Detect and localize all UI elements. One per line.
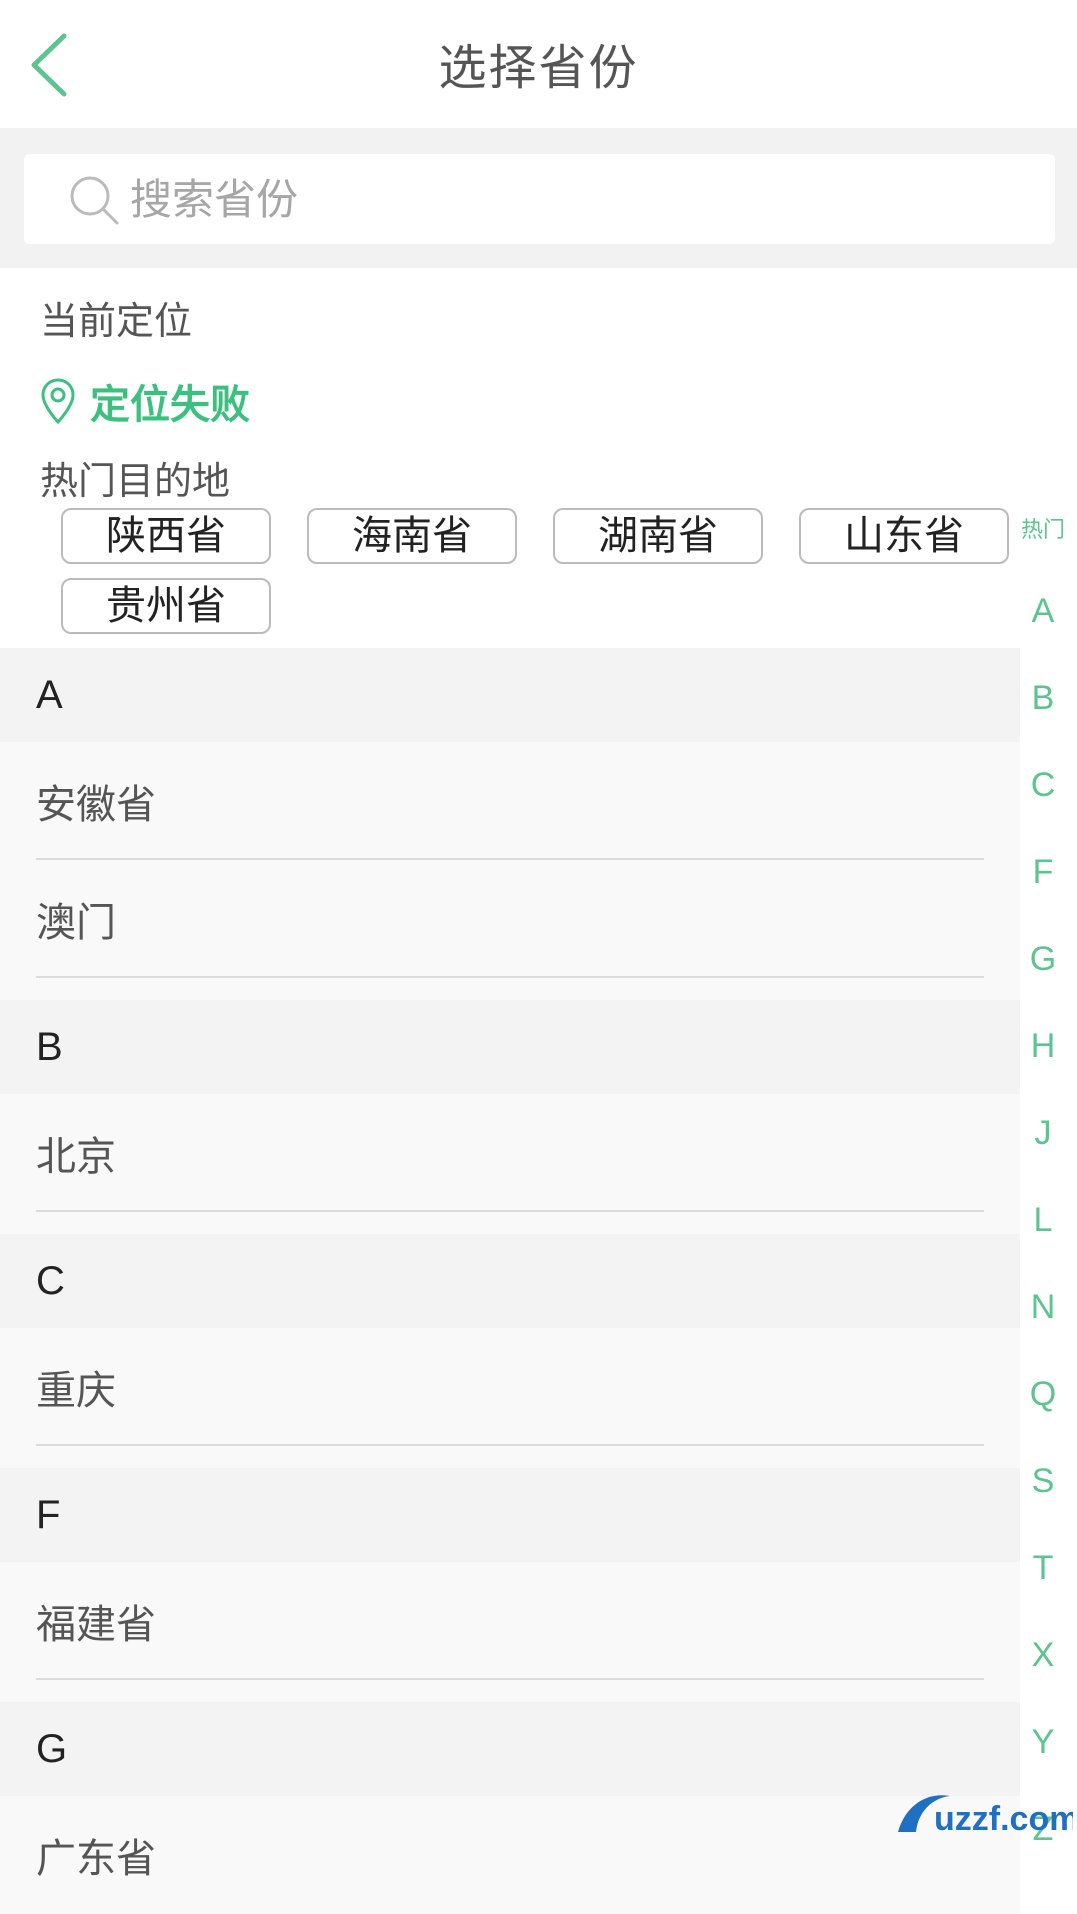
svg-text:uzzf.com: uzzf.com: [934, 1800, 1073, 1838]
index-n[interactable]: N: [1015, 1288, 1071, 1327]
list-item[interactable]: 安徽省: [0, 742, 1020, 860]
divider: [36, 976, 984, 978]
province-name: 北京: [36, 1134, 116, 1180]
index-a[interactable]: A: [1015, 592, 1071, 631]
location-status: 定位失败: [90, 381, 250, 428]
province-name: 安徽省: [36, 782, 156, 828]
search-icon: [70, 176, 119, 225]
index-y[interactable]: Y: [1015, 1723, 1071, 1762]
list-item[interactable]: 北京: [0, 1094, 1020, 1212]
index-h[interactable]: H: [1015, 1027, 1071, 1066]
search-bar-container: [0, 128, 1077, 268]
hot-chip[interactable]: 湖南省: [553, 508, 763, 564]
index-c[interactable]: C: [1015, 766, 1071, 805]
index-f[interactable]: F: [1015, 853, 1071, 892]
nav-header: 选择省份: [0, 0, 1077, 128]
divider: [36, 1444, 984, 1446]
list-item[interactable]: 重庆: [0, 1328, 1020, 1446]
index-s[interactable]: S: [1015, 1462, 1071, 1501]
province-name: 重庆: [36, 1368, 116, 1414]
group-header-c: C: [0, 1234, 1020, 1328]
list-item[interactable]: 澳门: [0, 860, 1020, 978]
hot-chip[interactable]: 山东省: [799, 508, 1009, 564]
location-pin-icon: [41, 378, 75, 425]
group-header-b: B: [0, 1000, 1020, 1094]
index-x[interactable]: X: [1015, 1636, 1071, 1675]
index-j[interactable]: J: [1015, 1114, 1071, 1153]
group-header-a: A: [0, 648, 1020, 742]
province-name: 福建省: [36, 1602, 156, 1648]
province-name: 广东省: [36, 1836, 156, 1882]
hot-chip[interactable]: 陕西省: [61, 508, 271, 564]
hot-destinations-label: 热门目的地: [40, 459, 231, 503]
group-header-g: G: [0, 1702, 1020, 1796]
hot-chip[interactable]: 贵州省: [61, 578, 271, 634]
watermark-logo: uzzf.com: [898, 1795, 1073, 1838]
search-input[interactable]: [130, 166, 1010, 232]
index-q[interactable]: Q: [1015, 1375, 1071, 1414]
group-header-f: F: [0, 1468, 1020, 1562]
index-hot[interactable]: 热门: [1015, 512, 1071, 544]
search-box[interactable]: [24, 154, 1055, 244]
index-b[interactable]: B: [1015, 679, 1071, 718]
index-t[interactable]: T: [1015, 1549, 1071, 1588]
current-location-label: 当前定位: [40, 299, 193, 343]
index-l[interactable]: L: [1015, 1201, 1071, 1240]
index-g[interactable]: G: [1015, 940, 1071, 979]
list-item[interactable]: 广东省: [0, 1796, 1020, 1914]
province-list: A 安徽省 澳门 B 北京 C 重庆 F 福建省 G 广东省: [0, 648, 1020, 1914]
divider: [36, 1678, 984, 1680]
list-item[interactable]: 福建省: [0, 1562, 1020, 1680]
hot-chip[interactable]: 海南省: [307, 508, 517, 564]
location-status-row[interactable]: 定位失败: [40, 372, 250, 430]
page-title: 选择省份: [438, 40, 639, 96]
divider: [36, 1210, 984, 1212]
province-name: 澳门: [36, 900, 116, 946]
